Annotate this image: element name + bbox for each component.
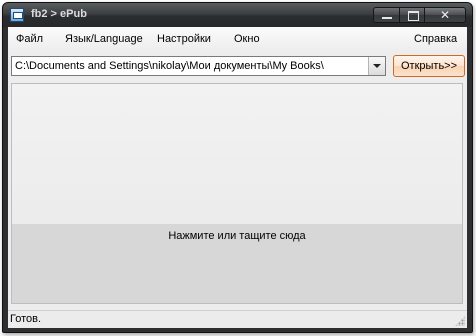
minimize-icon: [382, 17, 392, 19]
path-value[interactable]: C:\Documents and Settings\nikolay\Мои до…: [15, 60, 324, 72]
maximize-button[interactable]: [399, 7, 425, 23]
chevron-down-icon: [373, 64, 381, 68]
title-bar[interactable]: fb2 > ePub ✕: [3, 3, 472, 27]
menu-window[interactable]: Окно: [234, 33, 260, 45]
menu-bar: Файл Язык/Language Настройки Окно Справк…: [8, 27, 467, 51]
status-bar: Готов.: [8, 310, 467, 328]
menu-file[interactable]: Файл: [16, 33, 43, 45]
close-icon: ✕: [439, 8, 451, 22]
menu-settings[interactable]: Настройки: [157, 33, 211, 45]
toolbar: C:\Documents and Settings\nikolay\Мои до…: [8, 54, 467, 78]
open-button[interactable]: Открыть>>: [393, 55, 465, 77]
drop-zone[interactable]: Нажмите или тащите сюда: [11, 83, 463, 304]
close-button[interactable]: ✕: [424, 7, 466, 23]
minimize-button[interactable]: [373, 7, 400, 23]
client-area: Файл Язык/Language Настройки Окно Справк…: [8, 27, 467, 328]
status-text: Готов.: [10, 313, 42, 325]
maximize-icon: [408, 11, 419, 21]
app-icon: [10, 8, 24, 22]
resize-grip-icon[interactable]: [455, 316, 465, 326]
drop-zone-label: Нажмите или тащите сюда: [168, 230, 306, 242]
window-controls: ✕: [373, 7, 466, 23]
menu-language[interactable]: Язык/Language: [65, 33, 143, 45]
combo-dropdown-button[interactable]: [368, 57, 385, 75]
window-title: fb2 > ePub: [31, 8, 87, 20]
path-combobox[interactable]: C:\Documents and Settings\nikolay\Мои до…: [11, 56, 386, 76]
app-window: fb2 > ePub ✕ Файл Язык/Language Настройк…: [2, 2, 473, 333]
menu-help[interactable]: Справка: [414, 33, 457, 45]
